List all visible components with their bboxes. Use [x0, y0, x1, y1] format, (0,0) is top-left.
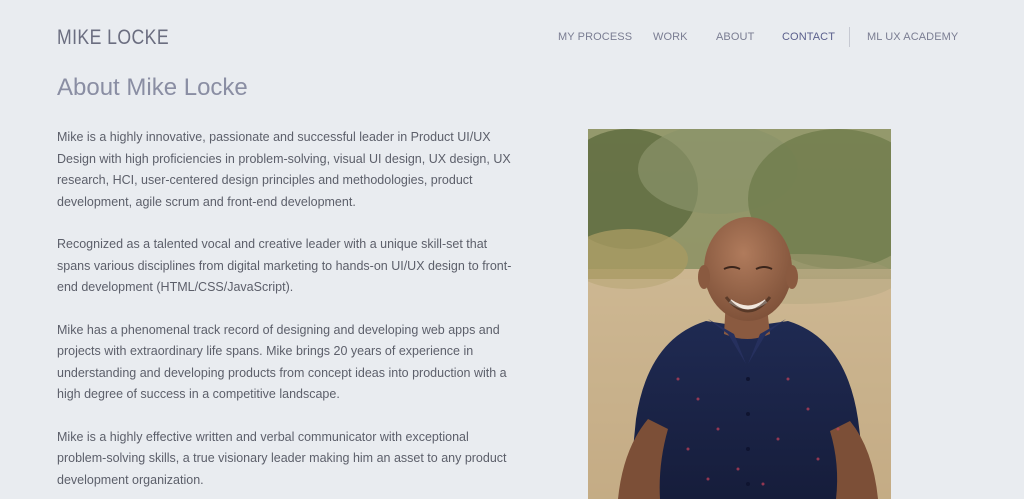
bio-text: Mike is a highly innovative, passionate …	[57, 127, 517, 499]
nav-item-my-process[interactable]: MY PROCESS	[558, 31, 632, 43]
profile-photo	[588, 129, 891, 499]
bio-paragraph-3: Mike has a phenomenal track record of de…	[57, 322, 507, 402]
site-logo[interactable]: MIKE LOCKE	[57, 26, 169, 50]
page: MIKE LOCKE MY PROCESS WORK ABOUT CONTACT…	[0, 0, 1024, 499]
bio-paragraph-2: Recognized as a talented vocal and creat…	[57, 237, 512, 294]
nav-item-contact[interactable]: CONTACT	[782, 31, 835, 43]
nav-item-about[interactable]: ABOUT	[716, 31, 754, 43]
bio-paragraph-4: Mike is a highly effective written and v…	[57, 429, 507, 487]
nav-item-work[interactable]: WORK	[653, 31, 688, 43]
main-nav: MY PROCESS WORK ABOUT CONTACT ML UX ACAD…	[540, 27, 970, 49]
profile-photo-image	[588, 129, 891, 499]
nav-item-ml-ux-academy[interactable]: ML UX ACADEMY	[867, 31, 958, 43]
bio-paragraph-1: Mike is a highly innovative, passionate …	[57, 130, 511, 209]
nav-divider	[849, 27, 850, 47]
page-title: About Mike Locke	[57, 74, 248, 101]
